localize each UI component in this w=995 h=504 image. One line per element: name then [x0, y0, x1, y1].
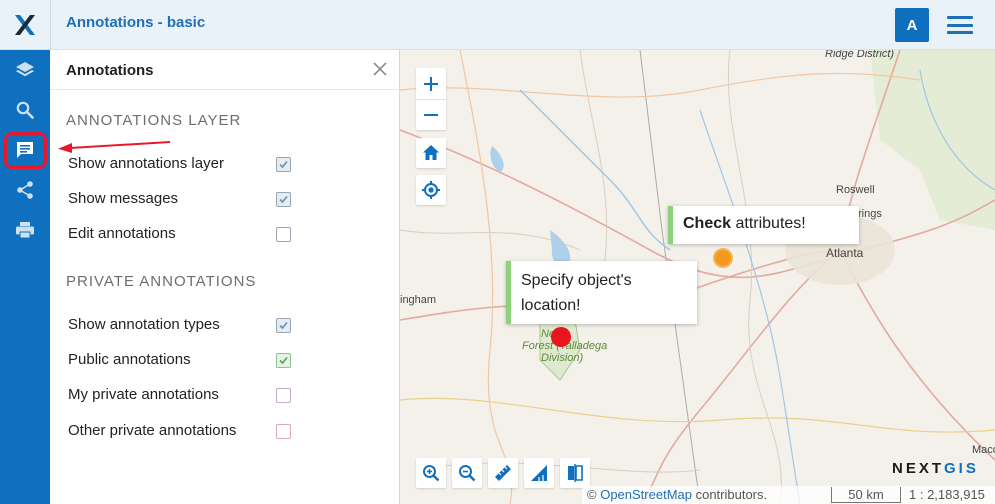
- user-avatar-button[interactable]: A: [895, 8, 929, 42]
- show-annotation-types-checkbox[interactable]: [276, 318, 291, 333]
- nextgis-brand: NEXTGIS: [892, 460, 979, 477]
- layers-button[interactable]: [0, 50, 50, 90]
- hamburger-menu-icon[interactable]: [946, 13, 974, 37]
- print-button[interactable]: [0, 210, 50, 250]
- plus-icon: [424, 76, 438, 91]
- brand-text-next: NEXT: [892, 460, 945, 477]
- place-label: ingham: [400, 294, 437, 306]
- option-other-private-annotations[interactable]: Other private annotations: [68, 420, 388, 442]
- place-label: Ridge District): [825, 50, 895, 60]
- area-icon: [531, 465, 547, 481]
- section-annotations-layer: Annotations layer: [66, 112, 242, 129]
- popup-text-line2: location!: [521, 297, 581, 314]
- ruler-icon: [495, 465, 511, 481]
- place-label: Division): [541, 352, 584, 364]
- map-view[interactable]: Ridge District) Roswell rings Atlanta in…: [400, 50, 995, 504]
- annotations-button-highlight: [4, 132, 47, 169]
- option-label: Show messages: [68, 190, 179, 207]
- minus-icon: [424, 114, 438, 116]
- orange-annotation-marker[interactable]: [713, 248, 733, 268]
- option-my-private-annotations[interactable]: My private annotations: [68, 384, 388, 406]
- option-label: Show annotation types: [68, 316, 220, 333]
- option-label: My private annotations: [68, 386, 219, 403]
- place-label: Atlanta: [826, 246, 864, 260]
- crosshair-icon: [422, 181, 440, 199]
- home-button[interactable]: [416, 138, 446, 168]
- scale-ratio: 1 : 2,183,915: [909, 487, 985, 502]
- scale-bar: 50 km: [831, 487, 901, 503]
- pointer-arrow-icon: [58, 141, 171, 153]
- attribution-text: © OpenStreetMap contributors.: [587, 487, 768, 502]
- map-attribution: © OpenStreetMap contributors. 50 km 1 : …: [582, 486, 995, 504]
- public-annotations-checkbox[interactable]: [276, 353, 291, 368]
- measure-area-button[interactable]: [524, 458, 554, 488]
- place-label: Maco: [972, 444, 995, 456]
- share-button[interactable]: [0, 170, 50, 210]
- zoom-in-button[interactable]: [416, 68, 446, 99]
- option-label: Show annotations layer: [68, 155, 224, 172]
- print-icon: [16, 222, 34, 239]
- annotations-panel: Annotations Annotations layer Show annot…: [50, 50, 400, 504]
- option-edit-annotations[interactable]: Edit annotations: [68, 223, 388, 245]
- left-toolbar: [0, 50, 50, 504]
- option-show-annotation-types[interactable]: Show annotation types: [68, 314, 388, 336]
- header-divider: [50, 0, 51, 50]
- osm-link[interactable]: OpenStreetMap: [600, 487, 692, 502]
- annotation-popup-check[interactable]: Check attributes!: [668, 206, 859, 244]
- place-label: rings: [858, 208, 882, 220]
- zoom-out-box-button[interactable]: [452, 458, 482, 488]
- section-private-annotations: Private annotations: [66, 273, 257, 290]
- map-basemap: [400, 50, 995, 504]
- option-show-messages[interactable]: Show messages: [68, 188, 388, 210]
- geolocate-button[interactable]: [416, 175, 446, 205]
- option-label: Other private annotations: [68, 422, 237, 439]
- my-private-annotations-checkbox[interactable]: [276, 388, 291, 403]
- option-show-annotations-layer[interactable]: Show annotations layer: [68, 153, 388, 175]
- popup-bold-text: Check: [683, 215, 732, 232]
- edit-annotations-checkbox[interactable]: [276, 227, 291, 242]
- show-annotations-layer-checkbox[interactable]: [276, 157, 291, 172]
- layers-icon: [16, 62, 34, 77]
- show-messages-checkbox[interactable]: [276, 192, 291, 207]
- option-label: Edit annotations: [68, 225, 176, 242]
- measure-length-button[interactable]: [488, 458, 518, 488]
- other-private-annotations-checkbox[interactable]: [276, 424, 291, 439]
- swipe-compare-button[interactable]: [560, 458, 590, 488]
- popup-text: attributes!: [731, 215, 806, 232]
- close-icon[interactable]: [370, 59, 390, 79]
- zoom-in-box-button[interactable]: [416, 458, 446, 488]
- search-icon: [16, 101, 34, 119]
- app-root: Annotations - basic A Annotations ANNOTA…: [0, 0, 995, 504]
- red-annotation-marker[interactable]: [551, 327, 571, 347]
- search-button[interactable]: [0, 90, 50, 130]
- zoom-out-icon: [459, 465, 476, 482]
- place-label: Roswell: [836, 184, 875, 196]
- panel-title: Annotations: [66, 62, 154, 79]
- app-title: Annotations - basic: [66, 14, 206, 31]
- nextgis-logo-icon[interactable]: [0, 0, 50, 50]
- zoom-out-button[interactable]: [416, 99, 446, 130]
- zoom-in-icon: [423, 465, 440, 482]
- option-label: Public annotations: [68, 351, 191, 368]
- home-icon: [423, 145, 439, 160]
- zoom-controls: [416, 68, 446, 130]
- share-icon: [17, 181, 33, 199]
- map-tools: [416, 458, 590, 488]
- popup-text-line1: Specify object's: [521, 272, 632, 289]
- option-public-annotations[interactable]: Public annotations: [68, 349, 388, 371]
- panel-header: Annotations: [50, 50, 400, 90]
- brand-text-gis: GIS: [944, 460, 979, 477]
- compare-icon: [568, 464, 583, 482]
- top-header: Annotations - basic A: [0, 0, 995, 50]
- annotation-popup-location[interactable]: Specify object's location!: [506, 261, 697, 324]
